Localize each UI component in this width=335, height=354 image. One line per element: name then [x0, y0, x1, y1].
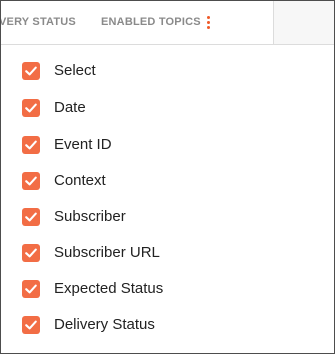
kebab-dot [207, 26, 210, 29]
header-right-panel [273, 1, 334, 44]
menu-item-date[interactable]: Date [1, 90, 334, 126]
table-header: VERY STATUS ENABLED TOPICS [1, 1, 334, 45]
column-header-enabled-topics[interactable]: ENABLED TOPICS [101, 1, 201, 44]
checkbox-checked-icon[interactable] [22, 244, 40, 262]
checkbox-checked-icon[interactable] [22, 99, 40, 117]
checkbox-checked-icon[interactable] [22, 316, 40, 334]
menu-item-delivery-status[interactable]: Delivery Status [1, 307, 334, 343]
checkbox-checked-icon[interactable] [22, 280, 40, 298]
kebab-dot [207, 16, 210, 19]
menu-item-label: Date [54, 99, 86, 116]
checkbox-checked-icon[interactable] [22, 208, 40, 226]
menu-item-subscriber[interactable]: Subscriber [1, 199, 334, 235]
column-header-delivery-status[interactable]: VERY STATUS [1, 1, 76, 44]
menu-item-label: Context [54, 172, 106, 189]
menu-item-label: Subscriber URL [54, 244, 160, 261]
column-chooser-window: VERY STATUS ENABLED TOPICS Select Date E… [0, 0, 335, 354]
kebab-vertical-icon[interactable] [202, 13, 216, 33]
kebab-dot [207, 21, 210, 24]
checkbox-checked-icon[interactable] [22, 62, 40, 80]
menu-item-subscriber-url[interactable]: Subscriber URL [1, 235, 334, 271]
menu-item-select[interactable]: Select [1, 53, 334, 89]
menu-item-label: Event ID [54, 136, 112, 153]
menu-item-event-id[interactable]: Event ID [1, 127, 334, 163]
menu-item-context[interactable]: Context [1, 163, 334, 199]
menu-item-label: Expected Status [54, 280, 164, 297]
checkbox-checked-icon[interactable] [22, 172, 40, 190]
checkbox-checked-icon[interactable] [22, 136, 40, 154]
menu-item-label: Delivery Status [54, 316, 155, 333]
menu-item-expected-status[interactable]: Expected Status [1, 271, 334, 307]
menu-item-label: Subscriber [54, 208, 126, 225]
menu-item-label: Select [54, 62, 96, 79]
